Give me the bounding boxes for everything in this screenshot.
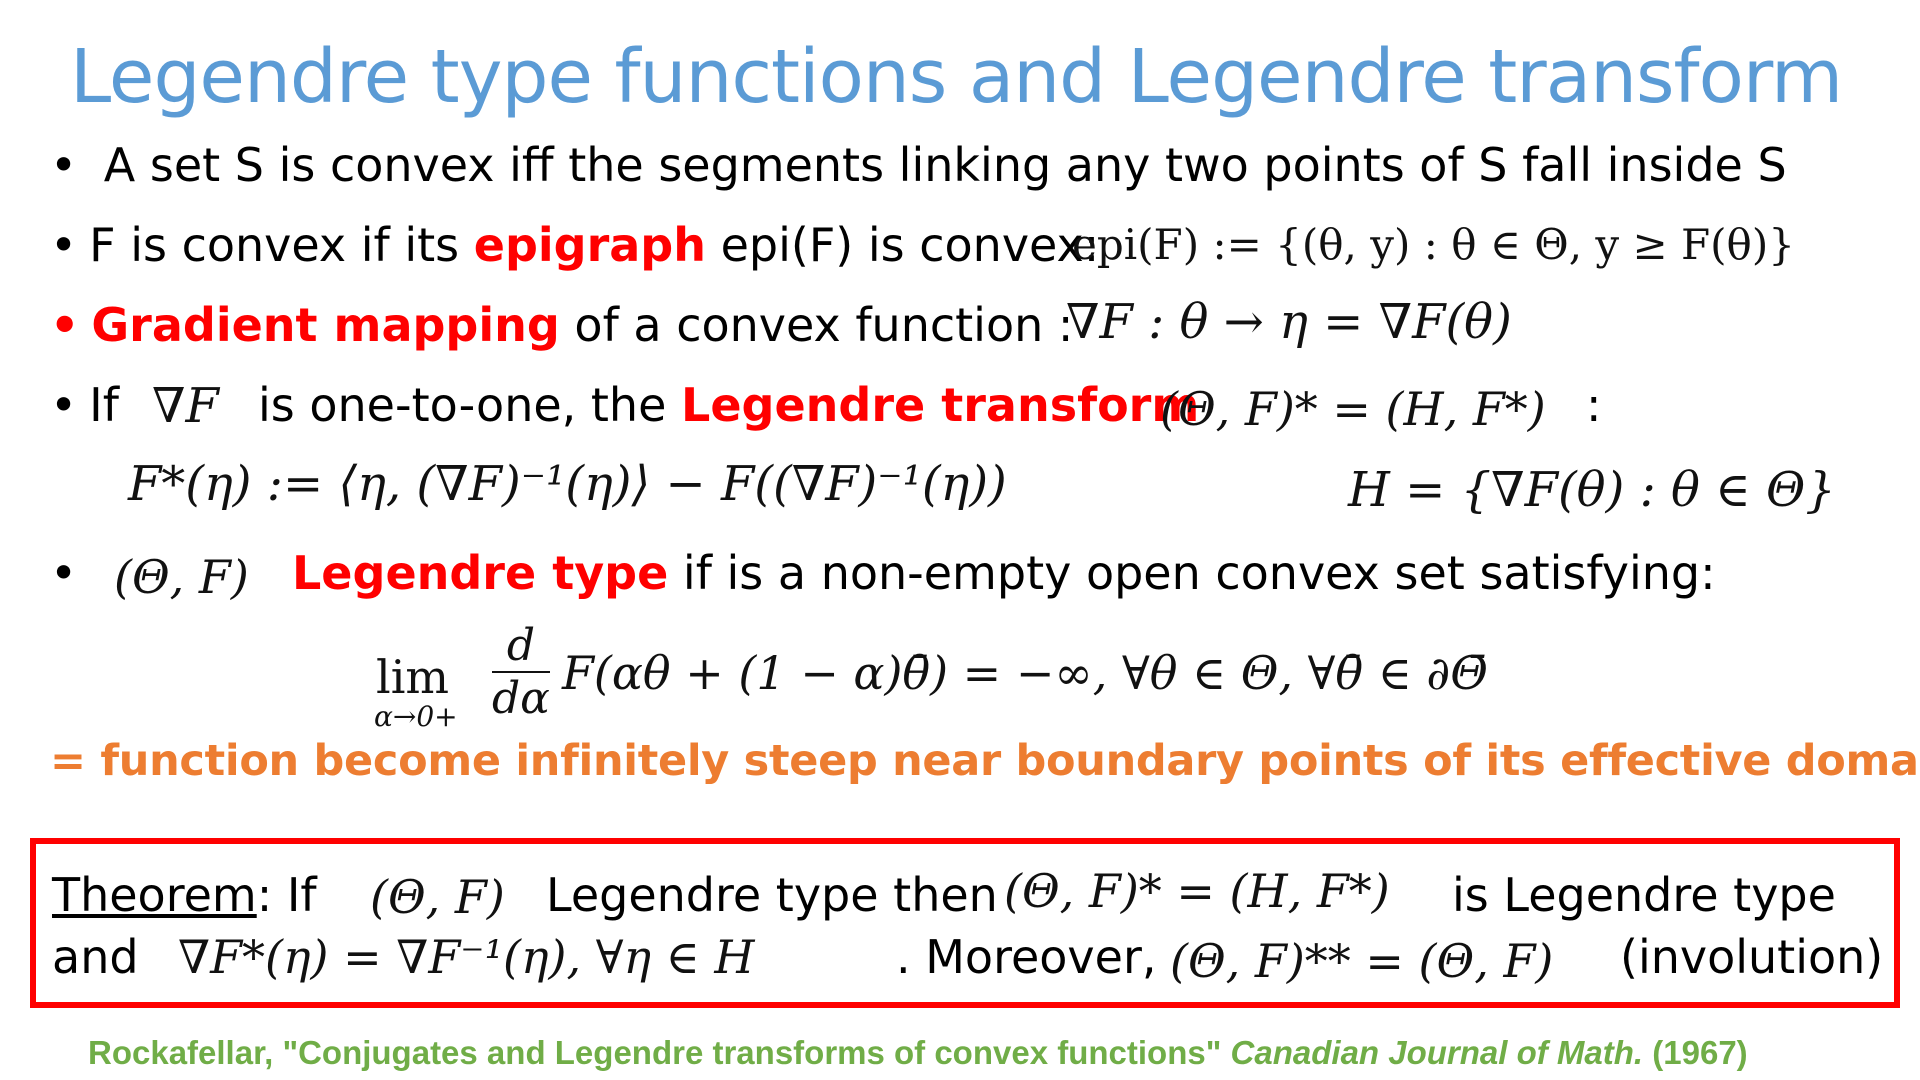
bullet-marker: •: [50, 378, 78, 432]
grad-f-inline: ∇F: [152, 378, 219, 434]
conjugate-formula: F*(η) := ⟨η, (∇F)⁻¹(η)⟩ − F((∇F)⁻¹(η)): [128, 456, 1007, 512]
theorem-gradient-inverse: ∇F*(η) = ∇F⁻¹(η), ∀η ∈ H: [178, 930, 755, 984]
steepness-note: = function become infinitely steep near …: [50, 736, 1920, 786]
bullet-5: •: [50, 546, 77, 600]
theorem-if: : If: [256, 868, 317, 922]
theorem-label: Theorem: [52, 868, 257, 922]
citation-year: (1967): [1652, 1034, 1748, 1071]
fraction-denominator: dα: [492, 673, 550, 724]
theta-f-pair: (Θ, F): [114, 550, 249, 604]
theorem-text-b: is Legendre type: [1452, 868, 1836, 922]
bullet-4-middle: is one-to-one, the Legendre transform: [258, 378, 1199, 432]
legendre-type-highlight: Legendre type: [292, 546, 669, 600]
theorem-text-a: Legendre type then: [546, 868, 998, 922]
bullet-4-text-b: is one-to-one, the: [258, 378, 682, 432]
bullet-2: • F is convex if its epigraph epi(F) is c…: [50, 218, 1099, 272]
epigraph-highlight: epigraph: [473, 218, 706, 272]
gradient-image-set: H = {∇F(θ) : θ ∈ Θ}: [1348, 462, 1836, 518]
bullet-2-text-b: epi(F) is convex:: [705, 218, 1100, 272]
limit-expression: F(αθ + (1 − α)θ̄) = −∞, ∀θ ∈ Θ, ∀θ̄ ∈ ∂Θ…: [562, 646, 1488, 700]
bullet-4-text-a: If: [89, 378, 119, 432]
citation-journal: Canadian Journal of Math.: [1230, 1034, 1644, 1071]
bullet-marker: •: [50, 138, 78, 192]
bullet-marker: •: [50, 298, 80, 352]
gradient-mapping-formula: ∇F : θ → η = ∇F(θ): [1066, 294, 1512, 350]
theorem-line-1-start: Theorem: If: [52, 868, 317, 922]
citation: Rockafellar, "Conjugates and Legendre tr…: [88, 1034, 1748, 1072]
theorem-conjugate-pair: (Θ, F)* = (H, F*): [1004, 864, 1390, 918]
gradient-mapping-highlight: Gradient mapping: [91, 298, 560, 352]
bullet-5-text: Legendre type if is a non-empty open con…: [292, 546, 1716, 600]
page-title: Legendre type functions and Legendre tra…: [70, 34, 1843, 120]
citation-author-title: Rockafellar, "Conjugates and Legendre tr…: [88, 1034, 1222, 1071]
bullet-3: • Gradient mapping of a convex function :: [50, 298, 1073, 352]
legendre-transform-highlight: Legendre transform: [681, 378, 1200, 432]
theorem-and: and: [52, 930, 139, 984]
theorem-moreover: . Moreover,: [896, 930, 1157, 984]
bullet-marker: •: [50, 546, 78, 600]
bullet-5-description: if is a non-empty open convex set satisf…: [668, 546, 1716, 600]
bullet-4: • If: [50, 378, 119, 432]
bullet-3-text: of a convex function :: [559, 298, 1074, 352]
limit-operator: lim: [376, 650, 450, 704]
epigraph-formula: epi(F) := {(θ, y) : θ ∈ Θ, y ≥ F(θ)}: [1072, 220, 1795, 269]
derivative-fraction: d dα: [492, 620, 550, 724]
bullet-marker: •: [50, 218, 78, 272]
bullet-4-colon: :: [1586, 378, 1602, 432]
limit-subscript: α→0+: [374, 700, 458, 733]
legendre-transform-pair: (Θ, F)* = (H, F*): [1160, 382, 1546, 436]
bullet-1-text: A set S is convex iff the segments linki…: [103, 138, 1787, 192]
bullet-1: • A set S is convex iff the segments lin…: [50, 138, 1787, 192]
bullet-2-text-a: F is convex if its: [89, 218, 474, 272]
theorem-involution-formula: (Θ, F)** = (Θ, F): [1170, 934, 1554, 988]
fraction-numerator: d: [492, 620, 550, 673]
theorem-pair: (Θ, F): [370, 870, 505, 924]
theorem-involution-label: (involution): [1620, 930, 1884, 984]
